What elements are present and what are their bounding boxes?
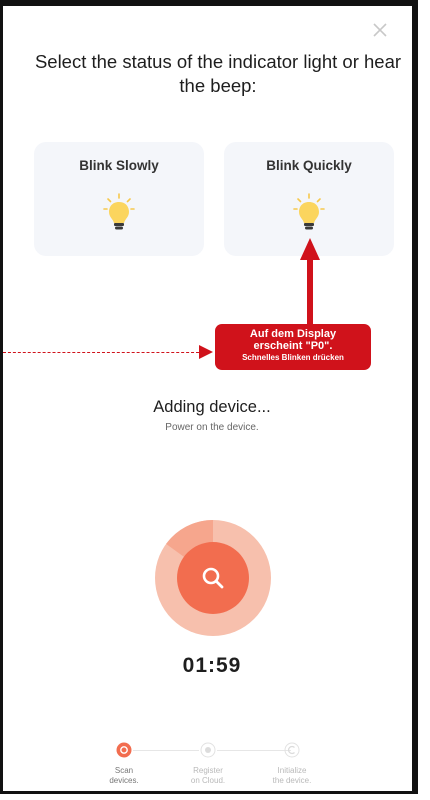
initialize-step-icon (284, 742, 300, 758)
step-connector (217, 750, 291, 751)
step-label-line: the device. (272, 776, 312, 785)
annotation-line-1: Auf dem Display (249, 328, 337, 340)
annotation-callout: Auf dem Display erscheint "P0". Schnelle… (215, 324, 371, 370)
annotation-pointer-arrowhead-icon (199, 345, 213, 359)
step-label-initialize: Initialize the device. (252, 766, 332, 786)
annotation-line-3: Schnelles Blinken drücken (242, 353, 344, 362)
step-label-line: devices. (109, 776, 139, 785)
step-label-register: Register on Cloud. (168, 766, 248, 786)
step-label-line: Initialize (277, 766, 307, 775)
step-label-scan: Scan devices. (84, 766, 164, 786)
blink-slowly-label: Blink Slowly (79, 158, 159, 173)
annotation-pointer-line (3, 352, 199, 353)
annotation-arrow-icon (300, 238, 320, 330)
progress-ring (155, 520, 271, 636)
scan-step-icon (116, 742, 132, 758)
progress-steps: Scan devices. Register on Cloud. Initial… (3, 742, 421, 792)
step-label-line: on Cloud. (190, 776, 226, 785)
close-icon[interactable] (370, 20, 390, 40)
status-title: Adding device... (153, 398, 271, 416)
status-subtitle: Power on the device. (165, 422, 259, 433)
step-label-line: Scan (114, 766, 134, 775)
progress-center-disc (177, 542, 249, 614)
page-title: Select the status of the indicator light… (34, 51, 402, 96)
blink-slowly-option[interactable]: Blink Slowly (34, 142, 204, 256)
register-step-icon (200, 742, 216, 758)
step-label-line: Register (193, 766, 223, 775)
countdown-timer: 01:59 (182, 654, 242, 677)
lightbulb-icon (293, 193, 325, 230)
step-connector (133, 750, 199, 751)
app-frame: Select the status of the indicator light… (0, 0, 418, 794)
lightbulb-icon (103, 193, 135, 230)
blink-quickly-label: Blink Quickly (266, 158, 352, 173)
annotation-line-2: erscheint "P0". (253, 340, 333, 352)
